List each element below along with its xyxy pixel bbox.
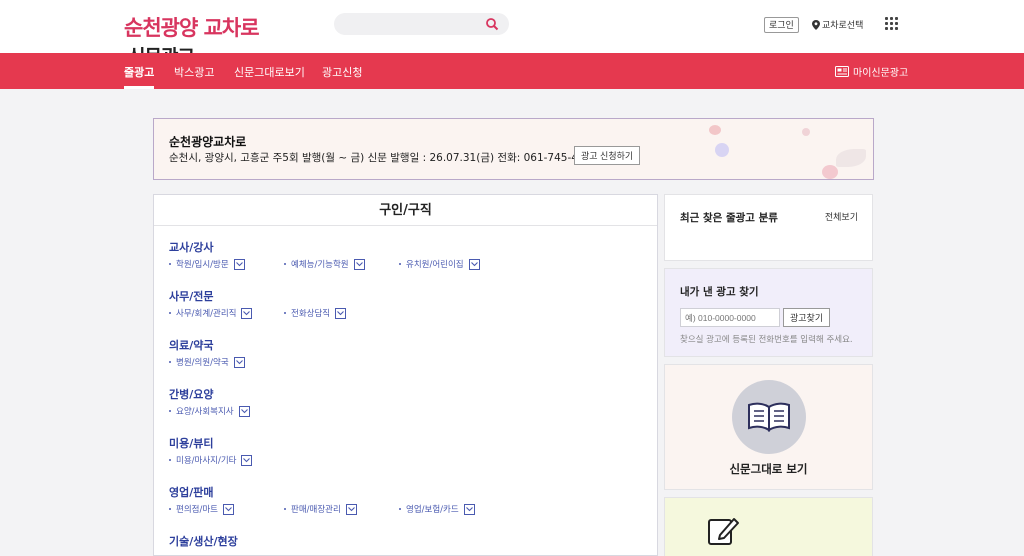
- category-tech[interactable]: 기술/생산/현장: [169, 533, 238, 549]
- subcategory-item[interactable]: 영업/보험/카드: [399, 503, 475, 515]
- chevron-down-icon[interactable]: [241, 307, 253, 319]
- subcategory-item[interactable]: 유치원/어린이집: [399, 258, 480, 270]
- find-my-ad-title: 내가 낸 광고 찾기: [680, 286, 759, 298]
- recent-categories-title: 최근 찾은 줄광고 분류: [680, 212, 778, 224]
- category-care[interactable]: 간병/요양: [169, 386, 214, 402]
- chevron-down-icon[interactable]: [241, 454, 253, 466]
- subcategory-item[interactable]: 판매/매장관리: [284, 503, 357, 515]
- category-beauty[interactable]: 미용/뷰티: [169, 435, 214, 451]
- search-icon[interactable]: [485, 17, 499, 31]
- grid-icon[interactable]: [885, 17, 898, 30]
- banner-info: 순천시, 광양시, 고흥군 주5회 발행(월 ~ 금) 신문 발행일 : 26.…: [169, 152, 598, 164]
- chevron-down-icon[interactable]: [335, 307, 347, 319]
- region-label: 교차로선택: [822, 21, 864, 31]
- subcategory-item[interactable]: 사무/회계/관리직: [169, 307, 253, 319]
- newspaper-viewer-box[interactable]: 신문그대로 보기: [664, 364, 873, 490]
- login-button[interactable]: 로그인: [764, 17, 799, 33]
- write-ad-box[interactable]: [664, 497, 873, 556]
- decorative-circle: [715, 143, 729, 157]
- banner-title: 순천광양교차로: [169, 135, 247, 149]
- find-my-ad-box: 내가 낸 광고 찾기 광고찾기 찾으실 광고에 등록된 전화번호를 입력해 주세…: [664, 268, 873, 357]
- map-pin-icon: [812, 19, 820, 30]
- find-my-ad-hint: 찾으실 광고에 등록된 전화번호를 입력해 주세요.: [680, 335, 853, 345]
- subcategory-item[interactable]: 편의점/마트: [169, 503, 234, 515]
- newspaper-icon: [835, 66, 849, 77]
- subcategory-item[interactable]: 요양/사회복지사: [169, 405, 250, 417]
- main-nav: 줄광고 박스광고 신문그대로보기 광고신청 마이신문광고: [0, 53, 1024, 89]
- newspaper-viewer-label: 신문그대로 보기: [729, 462, 808, 476]
- category-office[interactable]: 사무/전문: [169, 288, 214, 304]
- my-newspaper-ads-link[interactable]: 마이신문광고: [835, 64, 908, 79]
- decorative-petal-small: [822, 165, 838, 179]
- category-sales[interactable]: 영업/판매: [169, 484, 214, 500]
- site-logo[interactable]: 순천광양 교차로신문광고: [124, 12, 260, 68]
- nav-item-newspaper-view[interactable]: 신문그대로보기: [234, 64, 305, 80]
- category-medical[interactable]: 의료/약국: [169, 337, 214, 353]
- logo-main-text: 순천광양 교차로: [124, 16, 260, 40]
- find-ad-button[interactable]: 광고찾기: [783, 308, 831, 327]
- nav-item-line-ads[interactable]: 줄광고: [124, 64, 154, 80]
- nav-item-box-ads[interactable]: 박스광고: [174, 64, 214, 80]
- chevron-down-icon[interactable]: [222, 503, 234, 515]
- phone-number-input[interactable]: [680, 308, 780, 327]
- chevron-down-icon[interactable]: [463, 503, 475, 515]
- subcategory-item[interactable]: 미용/마사지/기타: [169, 454, 253, 466]
- edit-pen-icon: [708, 518, 739, 545]
- search-input[interactable]: [344, 16, 484, 32]
- publication-banner: 순천광양교차로 순천시, 광양시, 고흥군 주5회 발행(월 ~ 금) 신문 발…: [153, 118, 874, 180]
- chevron-down-icon[interactable]: [233, 258, 245, 270]
- chevron-down-icon[interactable]: [353, 258, 365, 270]
- chevron-down-icon[interactable]: [238, 405, 250, 417]
- subcategory-item[interactable]: 학원/입시/방문: [169, 258, 245, 270]
- subcategory-item[interactable]: 예체능/기능학원: [284, 258, 365, 270]
- subcategory-item[interactable]: 병원/의원/약국: [169, 356, 245, 368]
- chevron-down-icon[interactable]: [345, 503, 357, 515]
- category-teacher[interactable]: 교사/강사: [169, 239, 214, 255]
- open-book-icon: [732, 380, 806, 454]
- search-box: [334, 13, 509, 35]
- view-all-link[interactable]: 전체보기: [825, 210, 858, 223]
- chevron-down-icon[interactable]: [233, 356, 245, 368]
- panel-title: 구인/구직: [154, 195, 657, 226]
- nav-item-ad-apply[interactable]: 광고신청: [322, 64, 362, 80]
- job-category-panel: 구인/구직 교사/강사 학원/입시/방문 예체능/기능학원 유치원/어린이집 사…: [153, 194, 658, 556]
- region-selector[interactable]: 교차로선택: [812, 18, 863, 31]
- decorative-leaf: [836, 149, 866, 167]
- apply-ad-button[interactable]: 광고 신청하기: [574, 146, 641, 165]
- subcategory-item[interactable]: 전화상담직: [284, 307, 347, 319]
- top-header: 순천광양 교차로신문광고 로그인 교차로선택: [0, 0, 1024, 68]
- decorative-dot: [802, 128, 810, 136]
- recent-categories-box: 최근 찾은 줄광고 분류 전체보기: [664, 194, 873, 261]
- decorative-petal: [709, 125, 721, 135]
- my-newspaper-ads-label: 마이신문광고: [853, 68, 909, 79]
- nav-active-underline: [124, 86, 154, 89]
- chevron-down-icon[interactable]: [468, 258, 480, 270]
